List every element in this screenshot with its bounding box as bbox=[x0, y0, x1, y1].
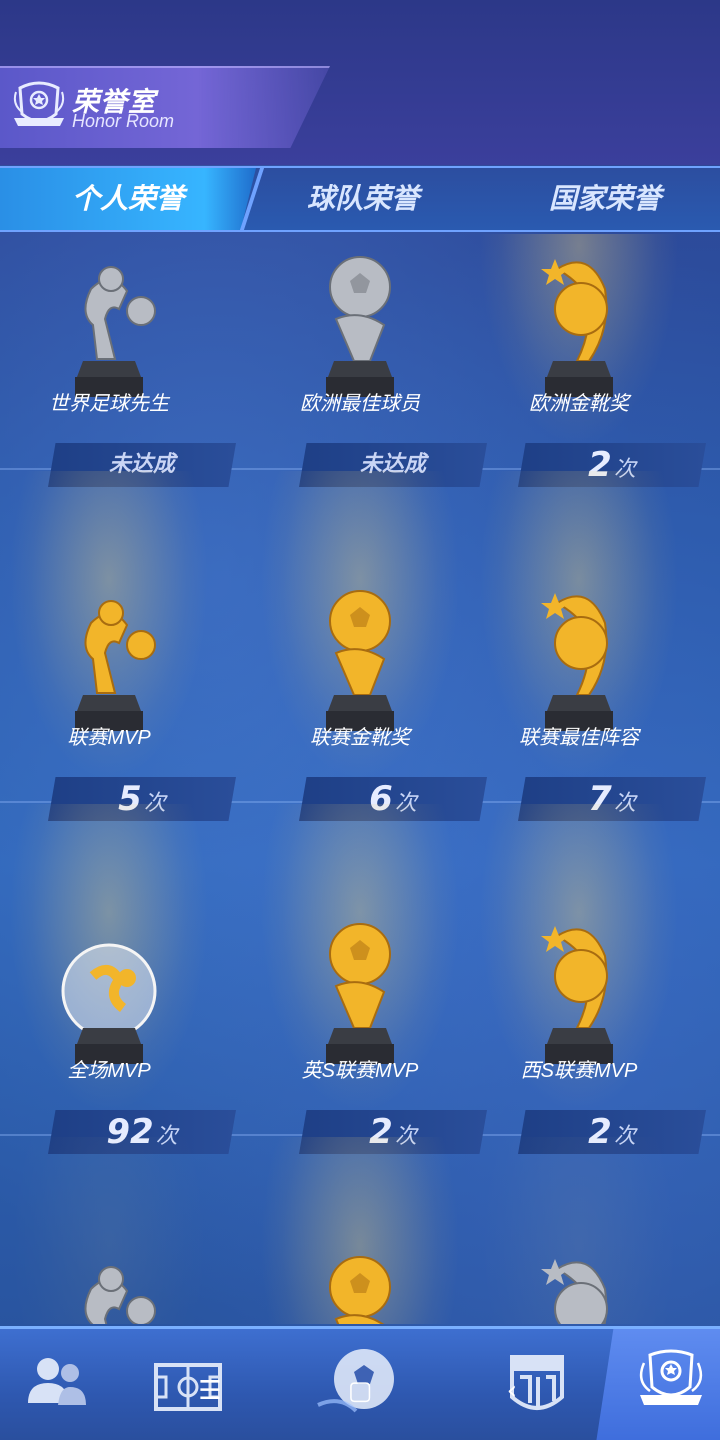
award-card[interactable] bbox=[251, 1137, 469, 1324]
trophy-icon bbox=[49, 1229, 169, 1324]
award-card[interactable]: 英S联赛MVP2次 bbox=[251, 804, 487, 1154]
award-name: 欧洲最佳球员 bbox=[300, 393, 420, 415]
award-card[interactable]: 联赛最佳阵容7次 bbox=[470, 471, 706, 821]
award-name: 世界足球先生 bbox=[49, 393, 169, 415]
award-card[interactable] bbox=[0, 1137, 218, 1324]
trophy-emblem-icon bbox=[13, 81, 65, 126]
trophy-icon bbox=[519, 1229, 639, 1324]
honor-tabs: 个人荣誉 球队荣誉 国家荣誉 bbox=[0, 166, 720, 232]
award-name: 联赛MVP bbox=[67, 727, 151, 749]
award-name: 欧洲金靴奖 bbox=[529, 393, 629, 415]
players-icon[interactable] bbox=[14, 1347, 104, 1427]
trophy-icon bbox=[300, 1229, 420, 1324]
award-card[interactable]: 联赛金靴奖6次 bbox=[251, 471, 487, 821]
award-card[interactable]: 全场MVP 92次 bbox=[0, 804, 236, 1154]
award-name: 英S联赛MVP bbox=[301, 1060, 419, 1082]
tab-personal-honor[interactable]: 个人荣誉 bbox=[0, 168, 256, 230]
award-card[interactable]: 联赛MVP5次 bbox=[0, 471, 236, 821]
system-back-button[interactable]: ‹ bbox=[492, 1376, 532, 1406]
page-subtitle: Honor Room bbox=[72, 111, 175, 131]
award-name: 全场MVP bbox=[67, 1060, 151, 1082]
tab-national-honor[interactable]: 国家荣誉 bbox=[500, 168, 710, 230]
tab-team-honor[interactable]: 球队荣誉 bbox=[258, 168, 468, 230]
award-name: 联赛金靴奖 bbox=[310, 727, 410, 749]
award-card[interactable]: 欧洲最佳球员 未达成 bbox=[251, 234, 487, 487]
award-card[interactable]: 世界足球先生 未达成 bbox=[0, 234, 236, 487]
system-menu-button[interactable]: ☰ bbox=[190, 1376, 230, 1406]
trophy-icon[interactable] bbox=[626, 1347, 716, 1427]
award-card[interactable]: 欧洲金靴奖 2次 bbox=[470, 234, 706, 487]
award-name: 联赛最佳阵容 bbox=[519, 727, 639, 749]
award-name: 西S联赛MVP bbox=[520, 1060, 638, 1082]
award-card[interactable]: 西S联赛MVP 2次 bbox=[470, 804, 706, 1154]
awards-grid: 世界足球先生 未达成 欧洲最佳球员 未达成 欧洲金靴奖 2次 联赛MVP 5 联… bbox=[0, 234, 720, 1324]
award-card[interactable] bbox=[470, 1137, 688, 1324]
system-home-button[interactable]: ▢ bbox=[340, 1376, 380, 1406]
